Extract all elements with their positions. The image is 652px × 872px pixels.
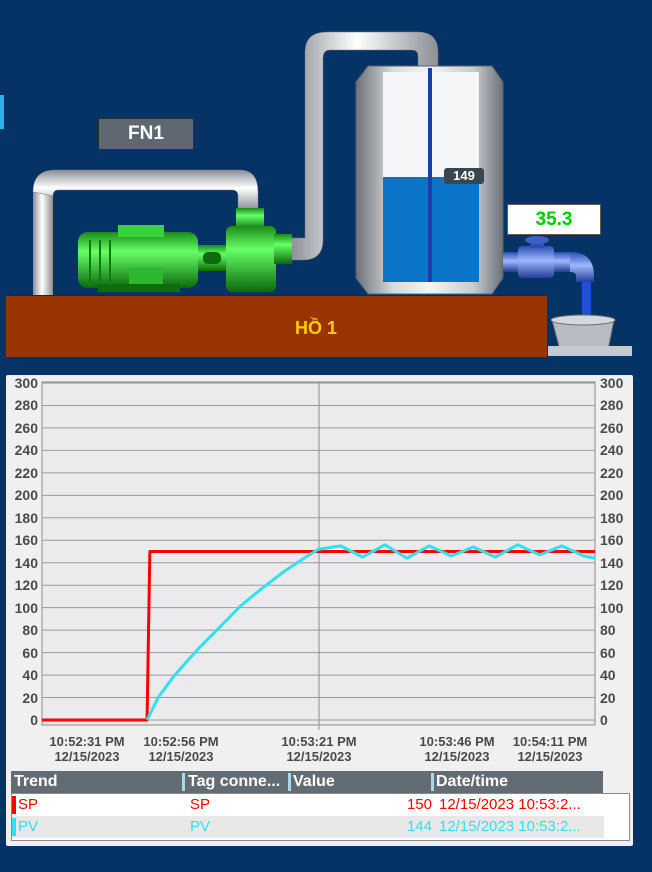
y-tick-label: 20 — [22, 689, 38, 706]
y-tick-label: 120 — [14, 577, 38, 594]
y-tick-label: 200 — [600, 487, 624, 504]
x-tick-label: 10:53:21 PM 12/15/2023 — [281, 734, 357, 764]
y-tick-label: 120 — [600, 577, 624, 594]
trend-table-header: Trend Tag conne... Value Date/time — [11, 771, 603, 793]
row-datetime: 12/15/2023 10:53:2... — [439, 818, 581, 835]
y-tick-label: 300 — [600, 375, 624, 391]
y-tick-label: 20 — [600, 689, 616, 706]
col-datetime[interactable]: Date/time — [436, 771, 508, 793]
col-resize-handle[interactable] — [288, 773, 291, 791]
y-tick-label: 240 — [14, 442, 38, 459]
row-trend: PV — [18, 818, 39, 835]
col-resize-handle[interactable] — [182, 773, 185, 791]
row-tag: SP — [190, 796, 211, 813]
y-tick-label: 280 — [600, 397, 624, 414]
y-tick-label: 280 — [14, 397, 38, 414]
pv-color-marker — [12, 818, 16, 836]
y-tick-label: 100 — [14, 599, 38, 616]
table-row[interactable]: PV PV 144 12/15/2023 10:53:2... — [12, 816, 604, 838]
table-row[interactable]: SP SP 150 12/15/2023 10:53:2... — [12, 794, 604, 816]
y-tick-label: 200 — [14, 487, 38, 504]
row-datetime: 12/15/2023 10:53:2... — [439, 796, 581, 813]
y-tick-label: 140 — [600, 554, 624, 571]
y-tick-label: 180 — [600, 509, 624, 526]
y-tick-label: 300 — [14, 375, 38, 391]
col-tag-connection[interactable]: Tag conne... — [188, 771, 280, 793]
y-tick-label: 260 — [14, 419, 38, 436]
row-trend: SP — [18, 796, 39, 813]
y-tick-label: 40 — [600, 667, 616, 684]
row-value: 144 — [406, 818, 432, 835]
y-tick-label: 60 — [600, 644, 616, 661]
y-tick-label: 160 — [600, 532, 624, 549]
sp-color-marker — [12, 796, 16, 814]
row-tag: PV — [190, 818, 211, 835]
y-tick-label: 60 — [22, 644, 38, 661]
y-tick-label: 0 — [600, 712, 608, 728]
y-tick-label: 240 — [600, 442, 624, 459]
col-trend[interactable]: Trend — [14, 771, 58, 793]
y-tick-label: 80 — [600, 622, 616, 639]
col-value[interactable]: Value — [293, 771, 335, 793]
x-tick-label: 10:52:56 PM 12/15/2023 — [143, 734, 219, 764]
col-resize-handle[interactable] — [431, 773, 434, 791]
y-tick-label: 220 — [600, 464, 624, 481]
trend-table-body: SP SP 150 12/15/2023 10:53:2... PV PV 14… — [11, 793, 630, 841]
y-tick-label: 260 — [600, 419, 624, 436]
y-tick-label: 140 — [14, 554, 38, 571]
x-tick-label: 10:54:11 PM 12/15/2023 — [512, 734, 588, 764]
y-tick-label: 0 — [30, 712, 38, 728]
y-tick-label: 40 — [22, 667, 38, 684]
y-tick-label: 220 — [14, 464, 38, 481]
y-tick-label: 160 — [14, 532, 38, 549]
row-value: 150 — [406, 796, 432, 813]
y-tick-label: 80 — [22, 622, 38, 639]
y-tick-label: 180 — [14, 509, 38, 526]
y-tick-label: 100 — [600, 599, 624, 616]
